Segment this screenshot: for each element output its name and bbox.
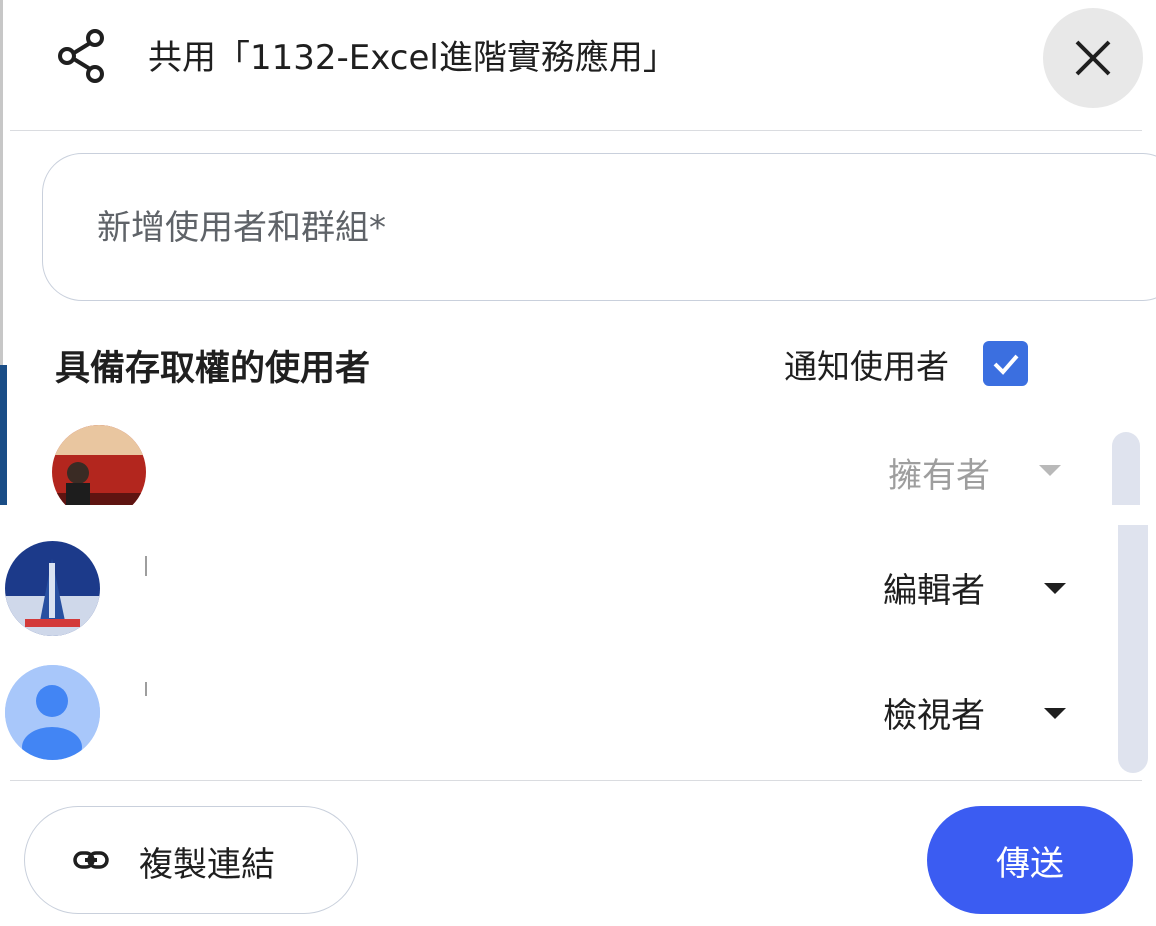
chevron-down-icon	[1039, 465, 1061, 476]
scrollbar[interactable]	[1118, 525, 1148, 773]
footer-divider	[10, 780, 1142, 781]
scrollbar-thumb-top[interactable]	[1112, 432, 1140, 512]
check-icon	[993, 354, 1019, 375]
send-button[interactable]: 傳送	[927, 806, 1133, 914]
chevron-down-icon	[1044, 708, 1066, 719]
dialog-title: 共用「1132-Excel進階實務應用」	[148, 38, 677, 78]
viewer-role-dropdown[interactable]: 檢視者	[883, 688, 985, 737]
close-icon	[1075, 40, 1111, 76]
close-button[interactable]	[1043, 8, 1143, 108]
notify-label: 通知使用者	[784, 347, 949, 386]
editor-avatar	[5, 541, 100, 636]
notify-checkbox[interactable]	[983, 341, 1028, 386]
share-icon	[57, 28, 107, 84]
copy-link-label: 複製連結	[139, 845, 275, 885]
editor-name-placeholder	[145, 556, 147, 576]
editor-role-dropdown[interactable]: 編輯者	[883, 563, 985, 612]
copy-link-button[interactable]: 複製連結	[24, 806, 358, 914]
link-icon	[73, 851, 109, 869]
add-people-input[interactable]	[95, 194, 999, 262]
header-divider	[10, 130, 1142, 131]
left-edge-accent	[0, 365, 7, 505]
viewer-name-placeholder	[145, 682, 147, 696]
add-people-field[interactable]	[42, 153, 1156, 301]
chevron-down-icon	[1044, 583, 1066, 594]
section-title: 具備存取權的使用者	[55, 349, 371, 389]
viewer-avatar	[5, 665, 100, 760]
owner-role: 擁有者	[888, 456, 990, 496]
section-gap	[0, 505, 1156, 525]
